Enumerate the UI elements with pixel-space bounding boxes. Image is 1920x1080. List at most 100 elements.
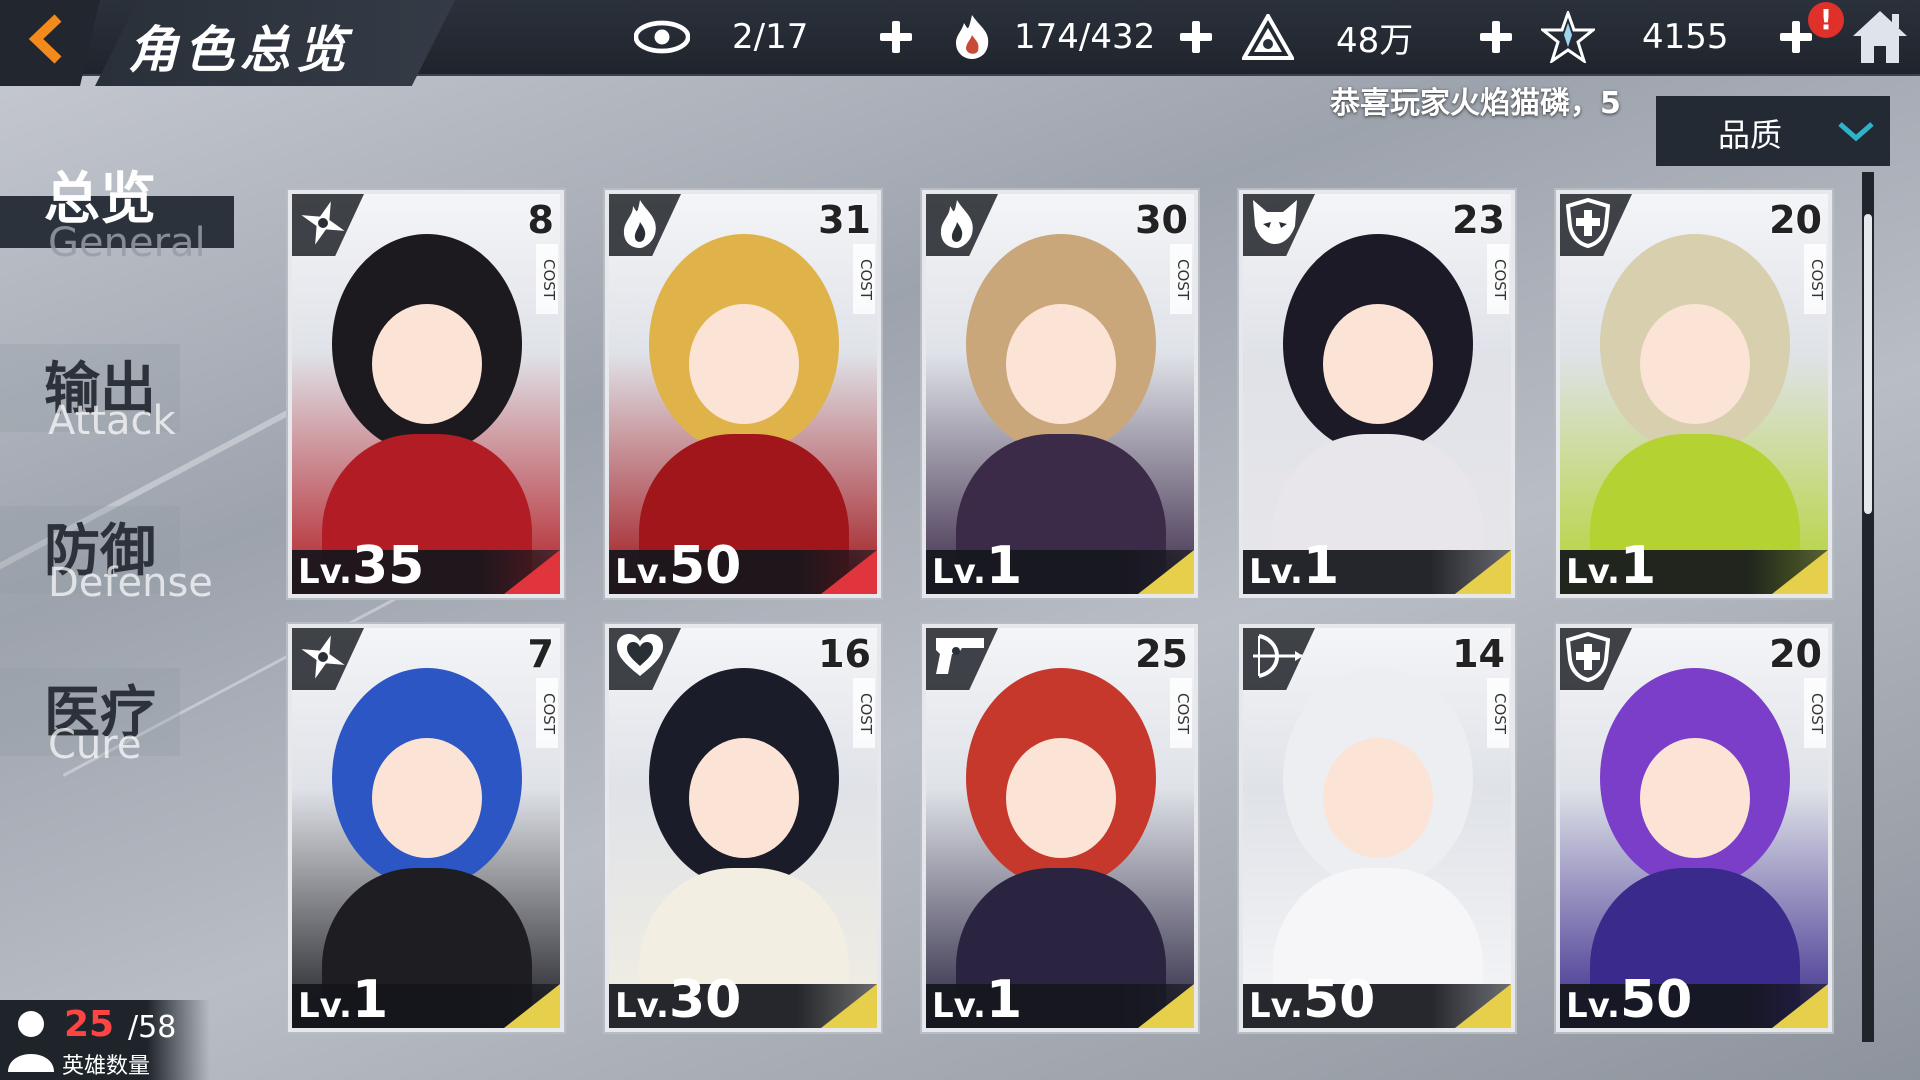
home-button[interactable]	[1850, 8, 1914, 68]
level-value: 1	[985, 536, 1023, 596]
cost-label: COST	[1804, 244, 1826, 314]
sidebar-item-sublabel: Defense	[48, 560, 213, 606]
cost-value: 20	[1769, 198, 1822, 242]
star-crystal-icon	[1540, 9, 1596, 65]
level-prefix: Lv.	[932, 552, 986, 592]
cost-value: 25	[1135, 632, 1188, 676]
level-label: Lv.1	[1566, 536, 1657, 596]
character-card[interactable]: 16 COST Lv.30	[605, 624, 881, 1032]
resource-crystal: 4155	[1540, 0, 1729, 74]
level-label: Lv.35	[298, 536, 425, 596]
cost-label: COST	[536, 678, 558, 748]
character-face	[1323, 304, 1433, 424]
character-face	[372, 304, 482, 424]
character-face	[689, 738, 799, 858]
level-prefix: Lv.	[1566, 986, 1620, 1026]
level-value: 1	[351, 970, 389, 1030]
sort-dropdown[interactable]: 品质	[1656, 96, 1890, 166]
character-card[interactable]: 20 COST Lv.50	[1556, 624, 1832, 1032]
level-prefix: Lv.	[298, 986, 352, 1026]
add-gold-button[interactable]	[1476, 17, 1516, 57]
eye-icon	[634, 9, 690, 65]
announcement-ticker: 恭喜玩家火焰猫磷，5	[1330, 86, 1621, 120]
person-icon	[8, 1011, 54, 1072]
level-value: 1	[1302, 536, 1340, 596]
cost-label: COST	[853, 678, 875, 748]
sidebar-item-cure[interactable]: 医疗 Cure	[0, 664, 240, 774]
character-face	[1323, 738, 1433, 858]
cost-value: 23	[1452, 198, 1505, 242]
level-prefix: Lv.	[1249, 552, 1303, 592]
level-value: 35	[351, 536, 425, 596]
cost-label: COST	[853, 244, 875, 314]
sidebar-item-sublabel: Attack	[48, 398, 176, 444]
hero-count-current: 25	[64, 1004, 115, 1045]
level-label: Lv.50	[1249, 970, 1375, 1028]
alert-badge: !	[1808, 2, 1844, 38]
character-face	[689, 304, 799, 424]
character-face	[1006, 304, 1116, 424]
flame-hand-icon	[944, 9, 1000, 65]
character-card[interactable]: 8 COST Lv.35	[288, 190, 564, 598]
cost-label: COST	[536, 244, 558, 314]
cost-value: 8	[527, 198, 554, 242]
cost-value: 20	[1769, 632, 1822, 676]
sidebar-item-general[interactable]: 总览 General	[0, 150, 240, 270]
character-face	[1640, 738, 1750, 858]
sidebar-item-sublabel: Cure	[48, 722, 142, 768]
cost-label: COST	[1170, 678, 1192, 748]
character-face	[1640, 304, 1750, 424]
chevron-down-icon	[1838, 122, 1874, 142]
resource-value: 174/432	[1014, 17, 1156, 57]
level-value: 1	[1619, 536, 1657, 596]
hero-count-max: /58	[128, 1010, 177, 1045]
character-card[interactable]: 23 COST Lv.1	[1239, 190, 1515, 598]
level-label: Lv.50	[1566, 970, 1693, 1030]
level-value: 50	[668, 536, 742, 596]
level-value: 30	[668, 970, 742, 1030]
level-label: Lv.1	[932, 536, 1023, 596]
level-label: Lv.1	[932, 970, 1023, 1030]
character-card[interactable]: 14 COST Lv.50	[1239, 624, 1515, 1032]
level-prefix: Lv.	[932, 986, 986, 1026]
level-prefix: Lv.	[1249, 986, 1303, 1026]
character-card[interactable]: 25 COST Lv.1	[922, 624, 1198, 1032]
character-card[interactable]: 30 COST Lv.1	[922, 190, 1198, 598]
sort-selected-label: 品质	[1718, 116, 1783, 154]
resource-value: 4155	[1642, 17, 1729, 57]
cost-value: 14	[1452, 632, 1505, 676]
character-card[interactable]: 7 COST Lv.1	[288, 624, 564, 1032]
resource-visits: 2/17	[634, 0, 808, 74]
level-value: 1	[985, 970, 1023, 1030]
cost-label: COST	[1804, 678, 1826, 748]
home-icon	[1853, 11, 1907, 63]
level-prefix: Lv.	[1566, 552, 1620, 592]
level-prefix: Lv.	[615, 552, 669, 592]
cost-label: COST	[1170, 244, 1192, 314]
page-title: 角色总览	[128, 21, 352, 79]
level-value: 50	[1619, 970, 1693, 1030]
cost-value: 30	[1135, 198, 1188, 242]
hero-count-label: 英雄数量	[62, 1054, 151, 1079]
cost-value: 31	[818, 198, 871, 242]
cost-label: COST	[1487, 678, 1509, 748]
back-arrow-icon	[28, 14, 62, 64]
add-stamina-button[interactable]	[1176, 17, 1216, 57]
resource-value: 2/17	[732, 17, 809, 57]
level-label: Lv.1	[1249, 536, 1340, 596]
character-card[interactable]: 31 COST Lv.50	[605, 190, 881, 598]
resource-gold: 48万	[1240, 0, 1413, 74]
level-label: Lv.50	[615, 536, 742, 596]
level-label: Lv.30	[615, 970, 742, 1030]
scrollbar-thumb[interactable]	[1864, 214, 1872, 514]
resource-value: 48万	[1336, 20, 1414, 61]
sidebar-item-defense[interactable]: 防御 Defense	[0, 502, 240, 612]
triangle-gem-icon	[1240, 9, 1296, 65]
add-visits-button[interactable]	[876, 17, 916, 57]
sidebar-item-attack[interactable]: 输出 Attack	[0, 340, 240, 450]
level-prefix: Lv.	[298, 552, 352, 592]
character-face	[372, 738, 482, 858]
character-card[interactable]: 20 COST Lv.1	[1556, 190, 1832, 598]
resource-stamina: 174/432	[944, 0, 1155, 74]
cost-label: COST	[1487, 244, 1509, 314]
